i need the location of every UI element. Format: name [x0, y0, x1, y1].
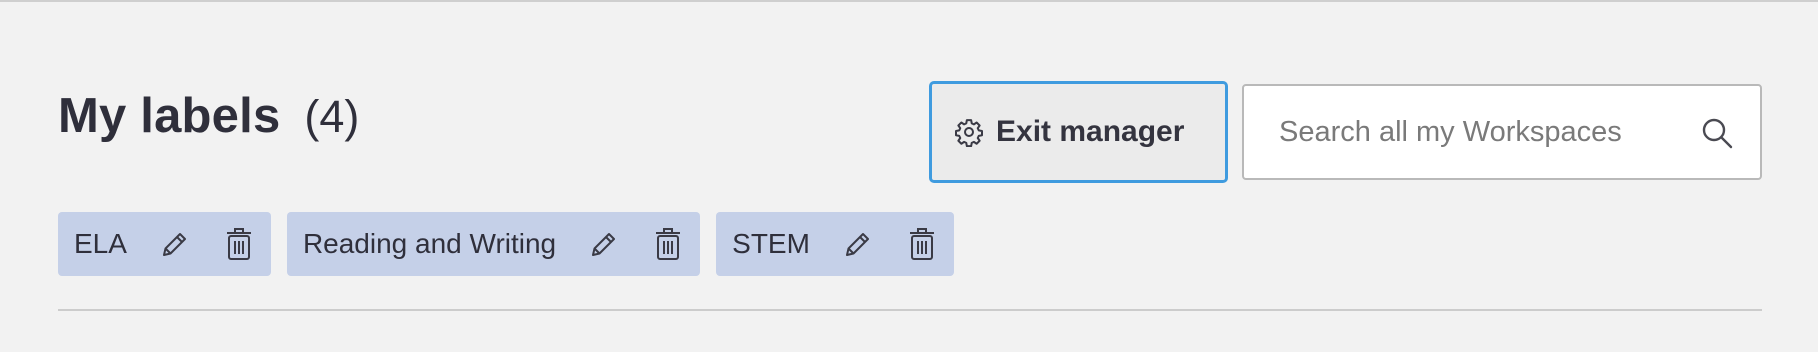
label-chip: STEM	[716, 212, 954, 276]
exit-manager-button[interactable]: Exit manager	[929, 81, 1228, 183]
top-divider	[0, 0, 1818, 2]
gear-icon	[954, 117, 984, 147]
label-chip-name: STEM	[732, 228, 810, 259]
search-input[interactable]	[1277, 114, 1681, 150]
label-list: ELA Reading and Writing STEM	[58, 212, 954, 276]
trash-icon[interactable]	[650, 224, 686, 264]
exit-manager-label: Exit manager	[996, 115, 1185, 148]
pencil-icon[interactable]	[157, 224, 193, 264]
search-icon[interactable]	[1700, 116, 1734, 150]
label-chip-name: ELA	[74, 228, 127, 259]
search-field[interactable]	[1242, 84, 1762, 180]
pencil-icon[interactable]	[840, 224, 876, 264]
label-chip: Reading and Writing	[286, 212, 701, 276]
label-count: (4)	[304, 91, 360, 142]
section-divider	[58, 309, 1762, 311]
label-chip: ELA	[58, 212, 271, 276]
trash-icon[interactable]	[221, 224, 257, 264]
pencil-icon[interactable]	[586, 224, 622, 264]
label-chip-name: Reading and Writing	[302, 228, 557, 259]
trash-icon[interactable]	[904, 224, 940, 264]
page-title-text: My labels	[58, 89, 281, 143]
page-title: My labels (4)	[58, 88, 359, 144]
